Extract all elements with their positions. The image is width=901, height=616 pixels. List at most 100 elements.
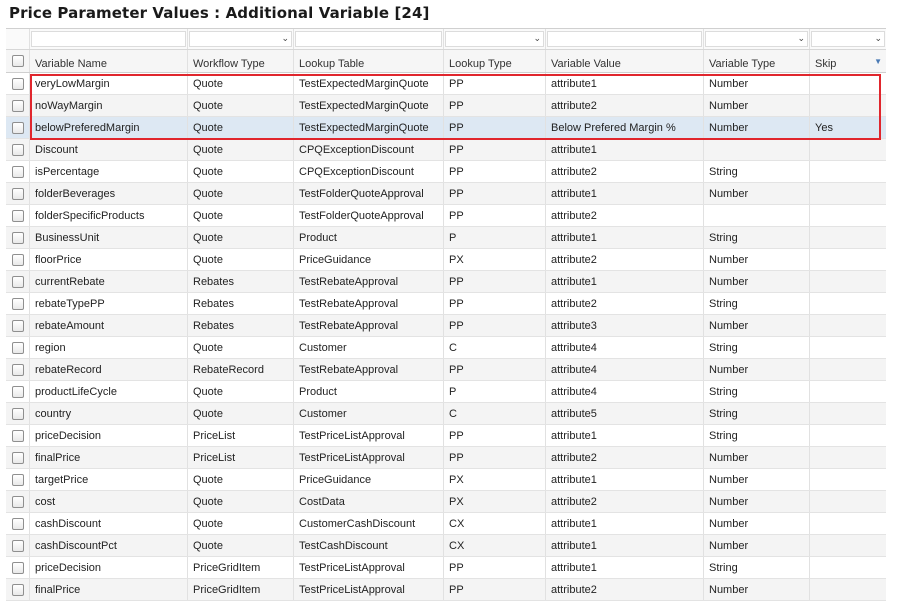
table-row[interactable]: targetPrice Quote PriceGuidance PX attribute…: [6, 469, 886, 491]
filter-workflow-type[interactable]: ⌄: [188, 29, 294, 49]
cell-lookup-table: Customer: [294, 403, 444, 424]
row-checkbox[interactable]: [11, 473, 24, 486]
table-row[interactable]: floorPrice Quote PriceGuidance PX attribute2…: [6, 249, 886, 271]
cell-lookup-type: PP: [444, 139, 546, 160]
row-checkbox[interactable]: [11, 561, 24, 574]
cell-skip: [810, 95, 886, 116]
table-row[interactable]: isPercentage Quote CPQExceptionDiscount PP a…: [6, 161, 886, 183]
table-row[interactable]: priceDecision PriceList TestPriceListAppro…: [6, 425, 886, 447]
cell-workflow-type: Quote: [188, 139, 294, 160]
row-checkbox[interactable]: [11, 495, 24, 508]
table-row[interactable]: finalPrice PriceGridItem TestPriceListAppr…: [6, 579, 886, 601]
cell-variable-name: rebateAmount: [30, 315, 188, 336]
cell-variable-name: productLifeCycle: [30, 381, 188, 402]
row-checkbox[interactable]: [11, 121, 24, 134]
row-checkbox[interactable]: [11, 165, 24, 178]
table-row[interactable]: currentRebate Rebates TestRebateApproval PP…: [6, 271, 886, 293]
filter-skip[interactable]: ⌄: [810, 29, 886, 49]
row-checkbox[interactable]: [11, 583, 24, 596]
row-checkbox[interactable]: [11, 253, 24, 266]
row-checkbox[interactable]: [11, 539, 24, 552]
row-checkbox[interactable]: [11, 209, 24, 222]
table-row[interactable]: Discount Quote CPQExceptionDiscount PP attri…: [6, 139, 886, 161]
row-checkbox[interactable]: [11, 99, 24, 112]
row-select-cell: [6, 117, 30, 138]
cell-skip: [810, 359, 886, 380]
row-checkbox[interactable]: [11, 429, 24, 442]
cell-variable-value: attribute1: [546, 513, 704, 534]
cell-workflow-type: Rebates: [188, 293, 294, 314]
row-checkbox[interactable]: [11, 77, 24, 90]
column-header-lookup-type[interactable]: Lookup Type: [444, 50, 546, 72]
table-row[interactable]: cashDiscount Quote CustomerCashDiscount CX a…: [6, 513, 886, 535]
row-checkbox[interactable]: [11, 363, 24, 376]
row-checkbox[interactable]: [11, 187, 24, 200]
row-checkbox[interactable]: [11, 385, 24, 398]
column-header-skip[interactable]: Skip ▼: [810, 50, 886, 72]
cell-variable-value: attribute2: [546, 95, 704, 116]
cell-lookup-type: PP: [444, 359, 546, 380]
table-row[interactable]: cost Quote CostData PX attribute2 Number: [6, 491, 886, 513]
column-header-variable-value[interactable]: Variable Value: [546, 50, 704, 72]
table-row[interactable]: priceDecision PriceGridItem TestPriceListA…: [6, 557, 886, 579]
table-row[interactable]: finalPrice PriceList TestPriceListApproval…: [6, 447, 886, 469]
row-checkbox[interactable]: [11, 319, 24, 332]
table-row[interactable]: rebateRecord RebateRecord TestRebateApprov…: [6, 359, 886, 381]
row-checkbox[interactable]: [11, 341, 24, 354]
cell-workflow-type: PriceList: [188, 425, 294, 446]
row-checkbox[interactable]: [11, 517, 24, 530]
filter-variable-name[interactable]: [30, 29, 188, 49]
row-checkbox[interactable]: [11, 275, 24, 288]
cell-skip: [810, 183, 886, 204]
cell-lookup-table: PriceGuidance: [294, 249, 444, 270]
cell-lookup-type: PX: [444, 469, 546, 490]
row-checkbox[interactable]: [11, 143, 24, 156]
cell-variable-value: attribute1: [546, 183, 704, 204]
chevron-down-icon[interactable]: ⌄: [281, 33, 289, 44]
filter-variable-value[interactable]: [546, 29, 704, 49]
table-row[interactable]: belowPreferedMargin Quote TestExpectedMarg…: [6, 117, 886, 139]
cell-variable-name: folderBeverages: [30, 183, 188, 204]
cell-variable-value: attribute1: [546, 535, 704, 556]
chevron-down-icon[interactable]: ⌄: [533, 33, 541, 44]
filter-row: ⌄ ⌄ ⌄ ⌄: [6, 29, 886, 50]
row-select-cell: [6, 491, 30, 512]
cell-variable-type: String: [704, 403, 810, 424]
table-row[interactable]: productLifeCycle Quote Product Pattribute4 S…: [6, 381, 886, 403]
table-row[interactable]: veryLowMargin Quote TestExpectedMarginQuot…: [6, 73, 886, 95]
table-row[interactable]: noWayMargin Quote TestExpectedMarginQuote P…: [6, 95, 886, 117]
column-header-variable-name[interactable]: Variable Name: [30, 50, 188, 72]
column-header-lookup-table[interactable]: Lookup Table: [294, 50, 444, 72]
cell-variable-type: Number: [704, 535, 810, 556]
cell-variable-type: String: [704, 161, 810, 182]
table-row[interactable]: country Quote Customer Cattribute5 String: [6, 403, 886, 425]
column-header-variable-type[interactable]: Variable Type: [704, 50, 810, 72]
row-select-cell: [6, 469, 30, 490]
table-row[interactable]: rebateTypePP Rebates TestRebateApproval PP a…: [6, 293, 886, 315]
row-select-cell: [6, 161, 30, 182]
chevron-down-icon[interactable]: ⌄: [874, 33, 882, 44]
table-row[interactable]: region Quote Customer Cattribute4 String: [6, 337, 886, 359]
row-checkbox[interactable]: [11, 297, 24, 310]
table-row[interactable]: BusinessUnit Quote Product Pattribute1 Strin…: [6, 227, 886, 249]
filter-variable-type[interactable]: ⌄: [704, 29, 810, 49]
filter-lookup-table[interactable]: [294, 29, 444, 49]
row-select-cell: [6, 73, 30, 94]
cell-variable-value: Below Prefered Margin %: [546, 117, 704, 138]
cell-workflow-type: Quote: [188, 513, 294, 534]
row-checkbox[interactable]: [11, 407, 24, 420]
cell-workflow-type: PriceGridItem: [188, 579, 294, 600]
filter-lookup-type[interactable]: ⌄: [444, 29, 546, 49]
sort-desc-icon[interactable]: ▼: [874, 57, 882, 66]
row-checkbox[interactable]: [11, 451, 24, 464]
select-all-checkbox[interactable]: [11, 55, 24, 67]
table-row[interactable]: rebateAmount Rebates TestRebateApproval PP a…: [6, 315, 886, 337]
cell-variable-type: Number: [704, 183, 810, 204]
chevron-down-icon[interactable]: ⌄: [797, 33, 805, 44]
row-checkbox[interactable]: [11, 231, 24, 244]
table-row[interactable]: folderSpecificProducts Quote TestFolderQuo…: [6, 205, 886, 227]
table-row[interactable]: folderBeverages Quote TestFolderQuoteAppro…: [6, 183, 886, 205]
table-row[interactable]: cashDiscountPct Quote TestCashDiscount CX at…: [6, 535, 886, 557]
cell-variable-type: Number: [704, 73, 810, 94]
column-header-workflow-type[interactable]: Workflow Type: [188, 50, 294, 72]
